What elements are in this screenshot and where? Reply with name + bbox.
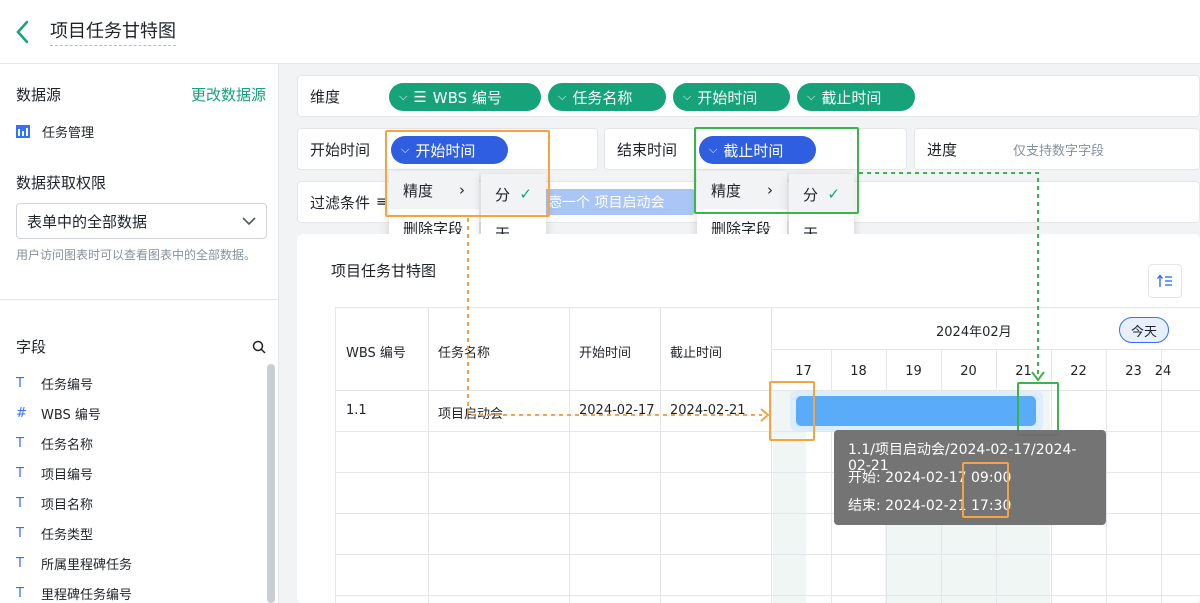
tooltip-date: 2024-02-21: [885, 498, 967, 514]
tooltip-date: 2024-02-17: [885, 470, 967, 486]
tooltip-label: 开始:: [848, 470, 881, 486]
time-highlight: [962, 462, 1009, 518]
tooltip-label: 结束:: [848, 498, 881, 514]
